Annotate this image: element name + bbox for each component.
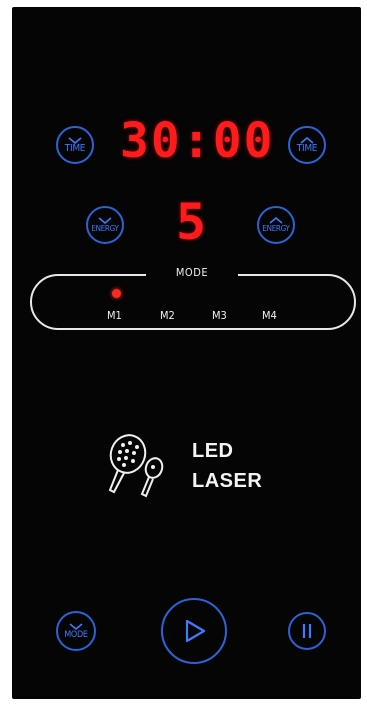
mode-option-m1[interactable]: M1 <box>107 309 122 322</box>
mode-option-m4[interactable]: M4 <box>262 309 277 322</box>
time-display: 30:00 <box>120 113 275 169</box>
time-up-label: TIME <box>296 142 318 154</box>
chevron-up-icon <box>269 216 283 224</box>
brand-led: LED <box>192 440 234 462</box>
energy-display: 5 <box>176 193 207 251</box>
play-icon <box>185 619 206 643</box>
mode-button-label: MODE <box>64 629 88 640</box>
mode-selector <box>30 274 356 330</box>
energy-up-label: ENERGY <box>262 223 290 233</box>
led-laser-device-icon <box>108 434 164 498</box>
energy-up-button[interactable]: ENERGY <box>257 206 295 244</box>
time-down-label: TIME <box>64 142 86 154</box>
play-button[interactable] <box>161 598 227 664</box>
control-panel <box>12 7 361 699</box>
mode-option-m3[interactable]: M3 <box>212 309 227 322</box>
energy-down-button[interactable]: ENERGY <box>86 206 124 244</box>
chevron-down-icon <box>98 216 112 224</box>
brand-laser: LASER <box>192 470 263 492</box>
pause-button[interactable] <box>288 612 326 650</box>
mode-button[interactable]: MODE <box>56 611 96 651</box>
time-down-button[interactable]: TIME <box>56 126 94 164</box>
mode-title: MODE <box>146 266 238 279</box>
active-mode-indicator <box>112 289 121 298</box>
pause-icon <box>302 624 312 638</box>
time-up-button[interactable]: TIME <box>288 126 326 164</box>
chevron-down-icon <box>69 622 83 630</box>
mode-option-m2[interactable]: M2 <box>160 309 175 322</box>
energy-down-label: ENERGY <box>91 223 119 233</box>
